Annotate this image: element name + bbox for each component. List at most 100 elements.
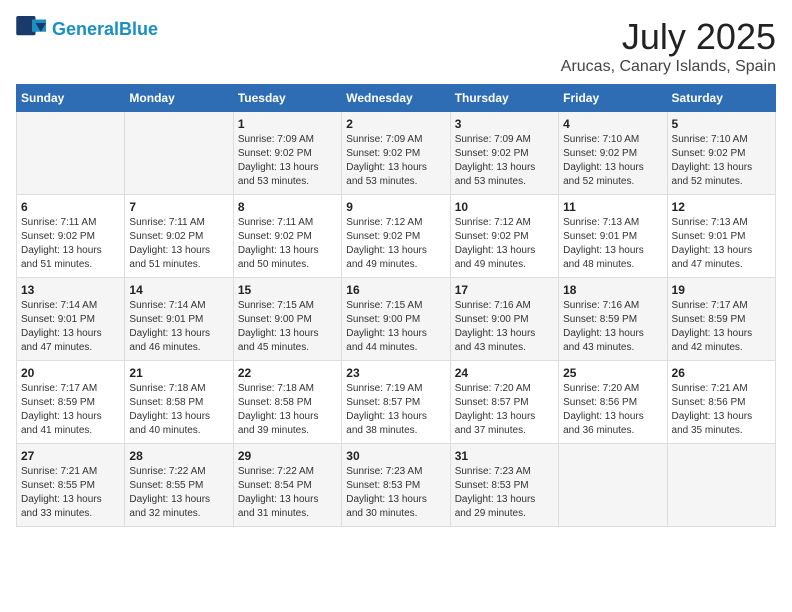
calendar-cell: 30 Sunrise: 7:23 AMSunset: 8:53 PMDayligh… <box>342 444 450 527</box>
calendar-title: July 2025 <box>561 16 776 58</box>
calendar-table: SundayMondayTuesdayWednesdayThursdayFrid… <box>16 84 776 527</box>
day-info: Sunrise: 7:23 AMSunset: 8:53 PMDaylight:… <box>455 465 554 521</box>
header-cell-tuesday: Tuesday <box>233 85 341 112</box>
day-number: 30 <box>346 449 445 463</box>
header-cell-wednesday: Wednesday <box>342 85 450 112</box>
calendar-subtitle: Arucas, Canary Islands, Spain <box>561 58 776 76</box>
calendar-cell: 7 Sunrise: 7:11 AMSunset: 9:02 PMDaylight… <box>125 195 233 278</box>
calendar-cell: 24 Sunrise: 7:20 AMSunset: 8:57 PMDayligh… <box>450 361 558 444</box>
day-number: 22 <box>238 366 337 380</box>
calendar-cell: 9Sunrise: 7:12 AMSunset: 9:02 PMDaylight… <box>342 195 450 278</box>
day-info: Sunrise: 7:12 AMSunset: 9:02 PMDaylight:… <box>455 216 554 272</box>
day-info: Sunrise: 7:10 AMSunset: 9:02 PMDaylight:… <box>672 133 771 189</box>
header-cell-thursday: Thursday <box>450 85 558 112</box>
calendar-cell: 23Sunrise: 7:19 AMSunset: 8:57 PMDayligh… <box>342 361 450 444</box>
day-number: 27 <box>21 449 120 463</box>
calendar-cell: 28 Sunrise: 7:22 AMSunset: 8:55 PMDayligh… <box>125 444 233 527</box>
day-number: 11 <box>563 200 662 214</box>
day-info: Sunrise: 7:22 AMSunset: 8:55 PMDaylight:… <box>129 465 228 521</box>
day-info: Sunrise: 7:15 AMSunset: 9:00 PMDaylight:… <box>238 299 337 355</box>
day-info: Sunrise: 7:17 AMSunset: 8:59 PMDaylight:… <box>21 382 120 438</box>
logo-icon <box>16 16 48 44</box>
day-number: 4 <box>563 117 662 131</box>
calendar-cell: 1Sunrise: 7:09 AMSunset: 9:02 PMDaylight… <box>233 112 341 195</box>
day-number: 10 <box>455 200 554 214</box>
day-info: Sunrise: 7:20 AMSunset: 8:56 PMDaylight:… <box>563 382 662 438</box>
calendar-cell: 3Sunrise: 7:09 AMSunset: 9:02 PMDaylight… <box>450 112 558 195</box>
day-info: Sunrise: 7:14 AMSunset: 9:01 PMDaylight:… <box>129 299 228 355</box>
day-number: 20 <box>21 366 120 380</box>
day-number: 16 <box>346 283 445 297</box>
day-info: Sunrise: 7:21 AMSunset: 8:56 PMDaylight:… <box>672 382 771 438</box>
day-info: Sunrise: 7:11 AMSunset: 9:02 PMDaylight:… <box>21 216 120 272</box>
day-number: 13 <box>21 283 120 297</box>
day-number: 18 <box>563 283 662 297</box>
calendar-cell: 14 Sunrise: 7:14 AMSunset: 9:01 PMDayligh… <box>125 278 233 361</box>
day-number: 21 <box>129 366 228 380</box>
calendar-cell: 19 Sunrise: 7:17 AMSunset: 8:59 PMDayligh… <box>667 278 775 361</box>
calendar-cell: 10 Sunrise: 7:12 AMSunset: 9:02 PMDayligh… <box>450 195 558 278</box>
calendar-cell: 26Sunrise: 7:21 AMSunset: 8:56 PMDayligh… <box>667 361 775 444</box>
calendar-cell: 6 Sunrise: 7:11 AMSunset: 9:02 PMDaylight… <box>17 195 125 278</box>
day-info: Sunrise: 7:17 AMSunset: 8:59 PMDaylight:… <box>672 299 771 355</box>
calendar-cell: 15 Sunrise: 7:15 AMSunset: 9:00 PMDayligh… <box>233 278 341 361</box>
day-number: 6 <box>21 200 120 214</box>
calendar-week-5: 27Sunrise: 7:21 AMSunset: 8:55 PMDayligh… <box>17 444 776 527</box>
calendar-week-1: 1Sunrise: 7:09 AMSunset: 9:02 PMDaylight… <box>17 112 776 195</box>
calendar-cell: 27Sunrise: 7:21 AMSunset: 8:55 PMDayligh… <box>17 444 125 527</box>
calendar-cell: 11 Sunrise: 7:13 AMSunset: 9:01 PMDayligh… <box>559 195 667 278</box>
day-info: Sunrise: 7:18 AMSunset: 8:58 PMDaylight:… <box>238 382 337 438</box>
day-info: Sunrise: 7:11 AMSunset: 9:02 PMDaylight:… <box>238 216 337 272</box>
day-number: 19 <box>672 283 771 297</box>
logo-text-line1: GeneralBlue <box>52 19 158 41</box>
day-number: 24 <box>455 366 554 380</box>
calendar-cell: 22 Sunrise: 7:18 AMSunset: 8:58 PMDayligh… <box>233 361 341 444</box>
day-info: Sunrise: 7:14 AMSunset: 9:01 PMDaylight:… <box>21 299 120 355</box>
header-row: SundayMondayTuesdayWednesdayThursdayFrid… <box>17 85 776 112</box>
calendar-cell: 20 Sunrise: 7:17 AMSunset: 8:59 PMDayligh… <box>17 361 125 444</box>
day-info: Sunrise: 7:19 AMSunset: 8:57 PMDaylight:… <box>346 382 445 438</box>
header-cell-sunday: Sunday <box>17 85 125 112</box>
calendar-cell <box>559 444 667 527</box>
day-info: Sunrise: 7:11 AMSunset: 9:02 PMDaylight:… <box>129 216 228 272</box>
header-cell-monday: Monday <box>125 85 233 112</box>
day-info: Sunrise: 7:23 AMSunset: 8:53 PMDaylight:… <box>346 465 445 521</box>
day-number: 31 <box>455 449 554 463</box>
day-number: 8 <box>238 200 337 214</box>
calendar-cell <box>667 444 775 527</box>
day-info: Sunrise: 7:09 AMSunset: 9:02 PMDaylight:… <box>238 133 337 189</box>
day-number: 9 <box>346 200 445 214</box>
calendar-cell: 18 Sunrise: 7:16 AMSunset: 8:59 PMDayligh… <box>559 278 667 361</box>
day-number: 15 <box>238 283 337 297</box>
calendar-cell: 4 Sunrise: 7:10 AMSunset: 9:02 PMDaylight… <box>559 112 667 195</box>
calendar-cell: 17 Sunrise: 7:16 AMSunset: 9:00 PMDayligh… <box>450 278 558 361</box>
day-number: 14 <box>129 283 228 297</box>
day-number: 5 <box>672 117 771 131</box>
calendar-cell <box>17 112 125 195</box>
calendar-cell: 13 Sunrise: 7:14 AMSunset: 9:01 PMDayligh… <box>17 278 125 361</box>
day-info: Sunrise: 7:09 AMSunset: 9:02 PMDaylight:… <box>455 133 554 189</box>
day-info: Sunrise: 7:13 AMSunset: 9:01 PMDaylight:… <box>672 216 771 272</box>
calendar-cell: 25 Sunrise: 7:20 AMSunset: 8:56 PMDayligh… <box>559 361 667 444</box>
calendar-cell: 16Sunrise: 7:15 AMSunset: 9:00 PMDayligh… <box>342 278 450 361</box>
day-info: Sunrise: 7:13 AMSunset: 9:01 PMDaylight:… <box>563 216 662 272</box>
calendar-week-3: 13 Sunrise: 7:14 AMSunset: 9:01 PMDayligh… <box>17 278 776 361</box>
day-number: 28 <box>129 449 228 463</box>
calendar-cell: 29Sunrise: 7:22 AMSunset: 8:54 PMDayligh… <box>233 444 341 527</box>
header-cell-saturday: Saturday <box>667 85 775 112</box>
calendar-cell: 2Sunrise: 7:09 AMSunset: 9:02 PMDaylight… <box>342 112 450 195</box>
day-info: Sunrise: 7:09 AMSunset: 9:02 PMDaylight:… <box>346 133 445 189</box>
day-number: 25 <box>563 366 662 380</box>
day-number: 29 <box>238 449 337 463</box>
day-number: 7 <box>129 200 228 214</box>
day-info: Sunrise: 7:16 AMSunset: 8:59 PMDaylight:… <box>563 299 662 355</box>
calendar-cell: 31 Sunrise: 7:23 AMSunset: 8:53 PMDayligh… <box>450 444 558 527</box>
day-info: Sunrise: 7:10 AMSunset: 9:02 PMDaylight:… <box>563 133 662 189</box>
calendar-week-2: 6 Sunrise: 7:11 AMSunset: 9:02 PMDaylight… <box>17 195 776 278</box>
calendar-cell <box>125 112 233 195</box>
day-info: Sunrise: 7:16 AMSunset: 9:00 PMDaylight:… <box>455 299 554 355</box>
title-block: July 2025 Arucas, Canary Islands, Spain <box>561 16 776 76</box>
day-info: Sunrise: 7:20 AMSunset: 8:57 PMDaylight:… <box>455 382 554 438</box>
page-header: GeneralBlue July 2025 Arucas, Canary Isl… <box>16 16 776 76</box>
day-number: 17 <box>455 283 554 297</box>
